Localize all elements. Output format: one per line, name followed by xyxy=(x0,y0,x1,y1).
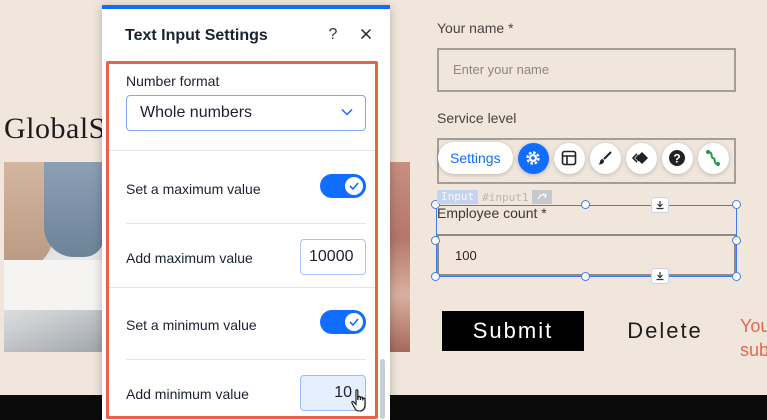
delete-button[interactable]: Delete xyxy=(606,311,724,351)
max-value-input[interactable]: 10000 xyxy=(300,239,366,275)
employee-count-label: Employee count * xyxy=(437,205,547,221)
check-icon xyxy=(345,177,363,195)
side-photo xyxy=(390,162,410,352)
element-type-tag: Input xyxy=(437,190,479,204)
help-button[interactable]: ? xyxy=(325,25,341,45)
layout-icon[interactable] xyxy=(553,142,585,174)
max-value-toggle[interactable] xyxy=(320,174,366,198)
submit-button[interactable]: Submit xyxy=(442,311,584,351)
name-placeholder: Enter your name xyxy=(453,62,550,77)
number-format-value: Whole numbers xyxy=(140,104,253,121)
max-toggle-label: Set a maximum value xyxy=(126,181,261,197)
check-icon xyxy=(345,313,363,331)
text-input-settings-panel: Text Input Settings ? Number format Whol… xyxy=(102,5,390,420)
settings-button[interactable]: Settings xyxy=(438,142,513,174)
service-label: Service level xyxy=(437,110,517,126)
help-icon[interactable]: ? xyxy=(661,142,693,174)
element-tag: Input #input1 xyxy=(437,190,553,204)
name-label: Your name * xyxy=(437,20,514,36)
chevron-down-icon xyxy=(341,108,353,116)
resize-handle-bl[interactable] xyxy=(431,272,440,281)
number-format-dropdown[interactable]: Whole numbers xyxy=(126,95,366,131)
stretch-bottom-icon[interactable] xyxy=(651,268,669,284)
max-value-label: Add maximum value xyxy=(126,250,253,266)
brush-icon[interactable] xyxy=(589,142,621,174)
svg-text:?: ? xyxy=(673,152,680,166)
panel-title: Text Input Settings xyxy=(125,27,268,44)
stretch-top-icon[interactable] xyxy=(651,197,669,213)
element-id-tag: #input1 xyxy=(482,190,529,204)
error-line-1: You xyxy=(740,316,767,336)
error-message: You sub xyxy=(740,314,767,362)
gear-icon[interactable] xyxy=(517,142,549,174)
resize-handle-br[interactable] xyxy=(732,272,741,281)
name-field[interactable]: Enter your name xyxy=(437,48,736,92)
link-icon[interactable] xyxy=(532,190,553,204)
section-divider xyxy=(109,287,375,288)
resize-handle-tm[interactable] xyxy=(581,200,590,209)
settings-highlight-frame: Number format Whole numbers Set a maximu… xyxy=(106,61,378,419)
resize-handle-tr[interactable] xyxy=(732,200,741,209)
site-brand: GlobalS xyxy=(4,112,106,145)
resize-handle-mr[interactable] xyxy=(732,236,741,245)
close-icon[interactable] xyxy=(358,27,374,43)
animation-icon[interactable] xyxy=(625,142,657,174)
min-value-toggle[interactable] xyxy=(320,310,366,334)
row-divider xyxy=(126,359,366,360)
floating-toolbar: Settings ? xyxy=(438,142,729,174)
employee-count-field[interactable]: 100 xyxy=(437,234,736,276)
panel-header: Text Input Settings ? xyxy=(102,9,390,59)
hero-photo xyxy=(4,162,104,352)
error-line-2: sub xyxy=(740,340,767,360)
min-toggle-label: Set a minimum value xyxy=(126,317,257,333)
row-divider xyxy=(126,223,366,224)
resize-handle-ml[interactable] xyxy=(431,236,440,245)
number-format-section: Number format Whole numbers xyxy=(109,64,375,150)
connect-icon[interactable] xyxy=(697,142,729,174)
hand-cursor-icon xyxy=(351,389,366,412)
number-format-title: Number format xyxy=(126,73,220,89)
min-value-label: Add minimum value xyxy=(126,386,249,402)
section-divider xyxy=(109,150,375,151)
employee-count-value: 100 xyxy=(455,248,477,263)
resize-handle-bm[interactable] xyxy=(581,272,590,281)
panel-scrollbar[interactable] xyxy=(380,359,385,419)
